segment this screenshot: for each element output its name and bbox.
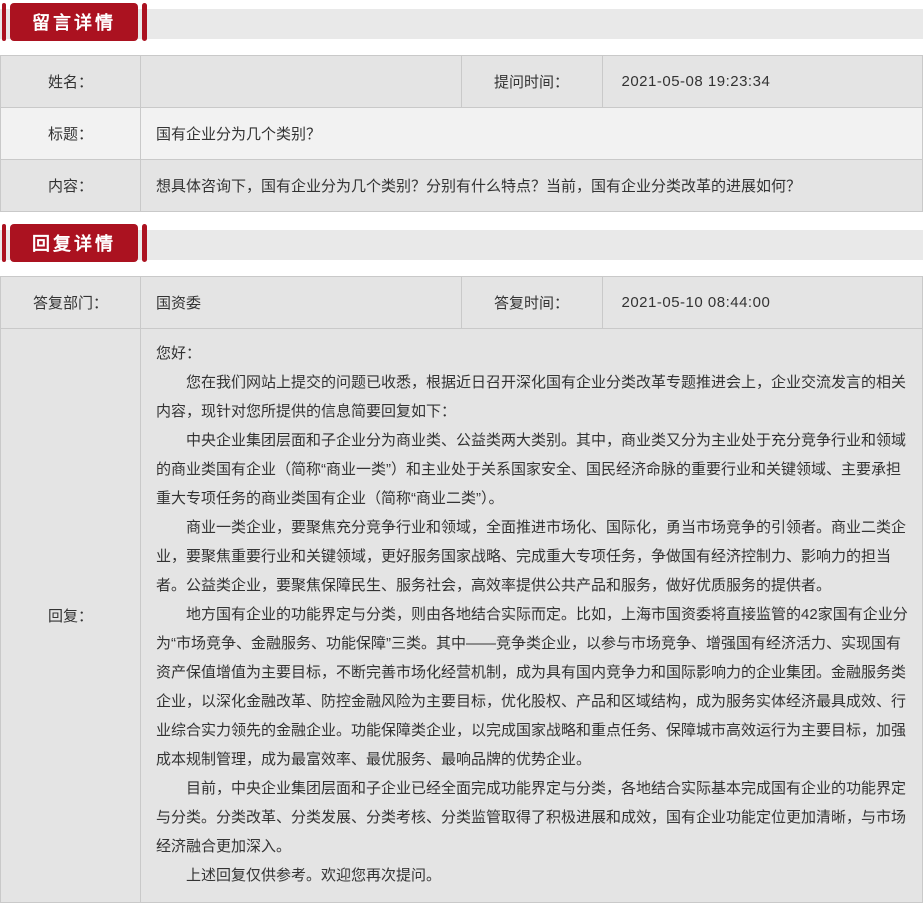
header-band (0, 9, 923, 39)
header-right-accent-bar (142, 3, 147, 41)
reply-text: 您好： 您在我们网站上提交的问题已收悉，根据近日召开深化国有企业分类改革专题推进… (156, 339, 908, 890)
ask-time-label: 提问时间： (461, 56, 602, 108)
content-label: 内容： (1, 160, 141, 212)
header-right-accent-bar (142, 224, 147, 262)
reply-content: 您好： 您在我们网站上提交的问题已收悉，根据近日召开深化国有企业分类改革专题推进… (141, 329, 923, 903)
reply-detail-table: 答复部门： 国资委 答复时间： 2021-05-10 08:44:00 回复： … (0, 276, 923, 903)
title-value: 国有企业分为几个类别？ (141, 108, 923, 160)
reply-paragraph: 您在我们网站上提交的问题已收悉，根据近日召开深化国有企业分类改革专题推进会上，企… (156, 368, 908, 426)
reply-paragraph: 您好： (156, 339, 908, 368)
message-section-title: 留言详情 (10, 3, 138, 41)
table-row: 答复部门： 国资委 答复时间： 2021-05-10 08:44:00 (1, 277, 923, 329)
reply-section-title: 回复详情 (10, 224, 138, 262)
header-left-accent-bar (2, 3, 6, 41)
reply-label: 回复： (1, 329, 141, 903)
reply-paragraph: 目前，中央企业集团层面和子企业已经全面完成功能界定与分类，各地结合实际基本完成国… (156, 774, 908, 861)
reply-paragraph: 中央企业集团层面和子企业分为商业类、公益类两大类别。其中，商业类又分为主业处于充… (156, 426, 908, 513)
header-left-accent-bar (2, 224, 6, 262)
reply-time-label: 答复时间： (461, 277, 602, 329)
name-label: 姓名： (1, 56, 141, 108)
title-label: 标题： (1, 108, 141, 160)
table-row: 标题： 国有企业分为几个类别？ (1, 108, 923, 160)
content-value: 想具体咨询下，国有企业分为几个类别？分别有什么特点？当前，国有企业分类改革的进展… (141, 160, 923, 212)
reply-time-value: 2021-05-10 08:44:00 (602, 277, 923, 329)
message-detail-table: 姓名： 提问时间： 2021-05-08 19:23:34 标题： 国有企业分为… (0, 55, 923, 212)
message-detail-page: 留言详情 姓名： 提问时间： 2021-05-08 19:23:34 标题： 国… (0, 3, 923, 903)
reply-paragraph: 上述回复仅供参考。欢迎您再次提问。 (156, 861, 908, 890)
reply-dept-value: 国资委 (141, 277, 462, 329)
reply-dept-label: 答复部门： (1, 277, 141, 329)
reply-paragraph: 地方国有企业的功能界定与分类，则由各地结合实际而定。比如，上海市国资委将直接监管… (156, 600, 908, 774)
table-row: 姓名： 提问时间： 2021-05-08 19:23:34 (1, 56, 923, 108)
ask-time-value: 2021-05-08 19:23:34 (602, 56, 923, 108)
name-value (141, 56, 462, 108)
table-row: 内容： 想具体咨询下，国有企业分为几个类别？分别有什么特点？当前，国有企业分类改… (1, 160, 923, 212)
header-band (0, 230, 923, 260)
reply-paragraph: 商业一类企业，要聚焦充分竞争行业和领域，全面推进市场化、国际化，勇当市场竞争的引… (156, 513, 908, 600)
reply-section-header: 回复详情 (0, 224, 923, 262)
table-row: 回复： 您好： 您在我们网站上提交的问题已收悉，根据近日召开深化国有企业分类改革… (1, 329, 923, 903)
message-section-header: 留言详情 (0, 3, 923, 41)
